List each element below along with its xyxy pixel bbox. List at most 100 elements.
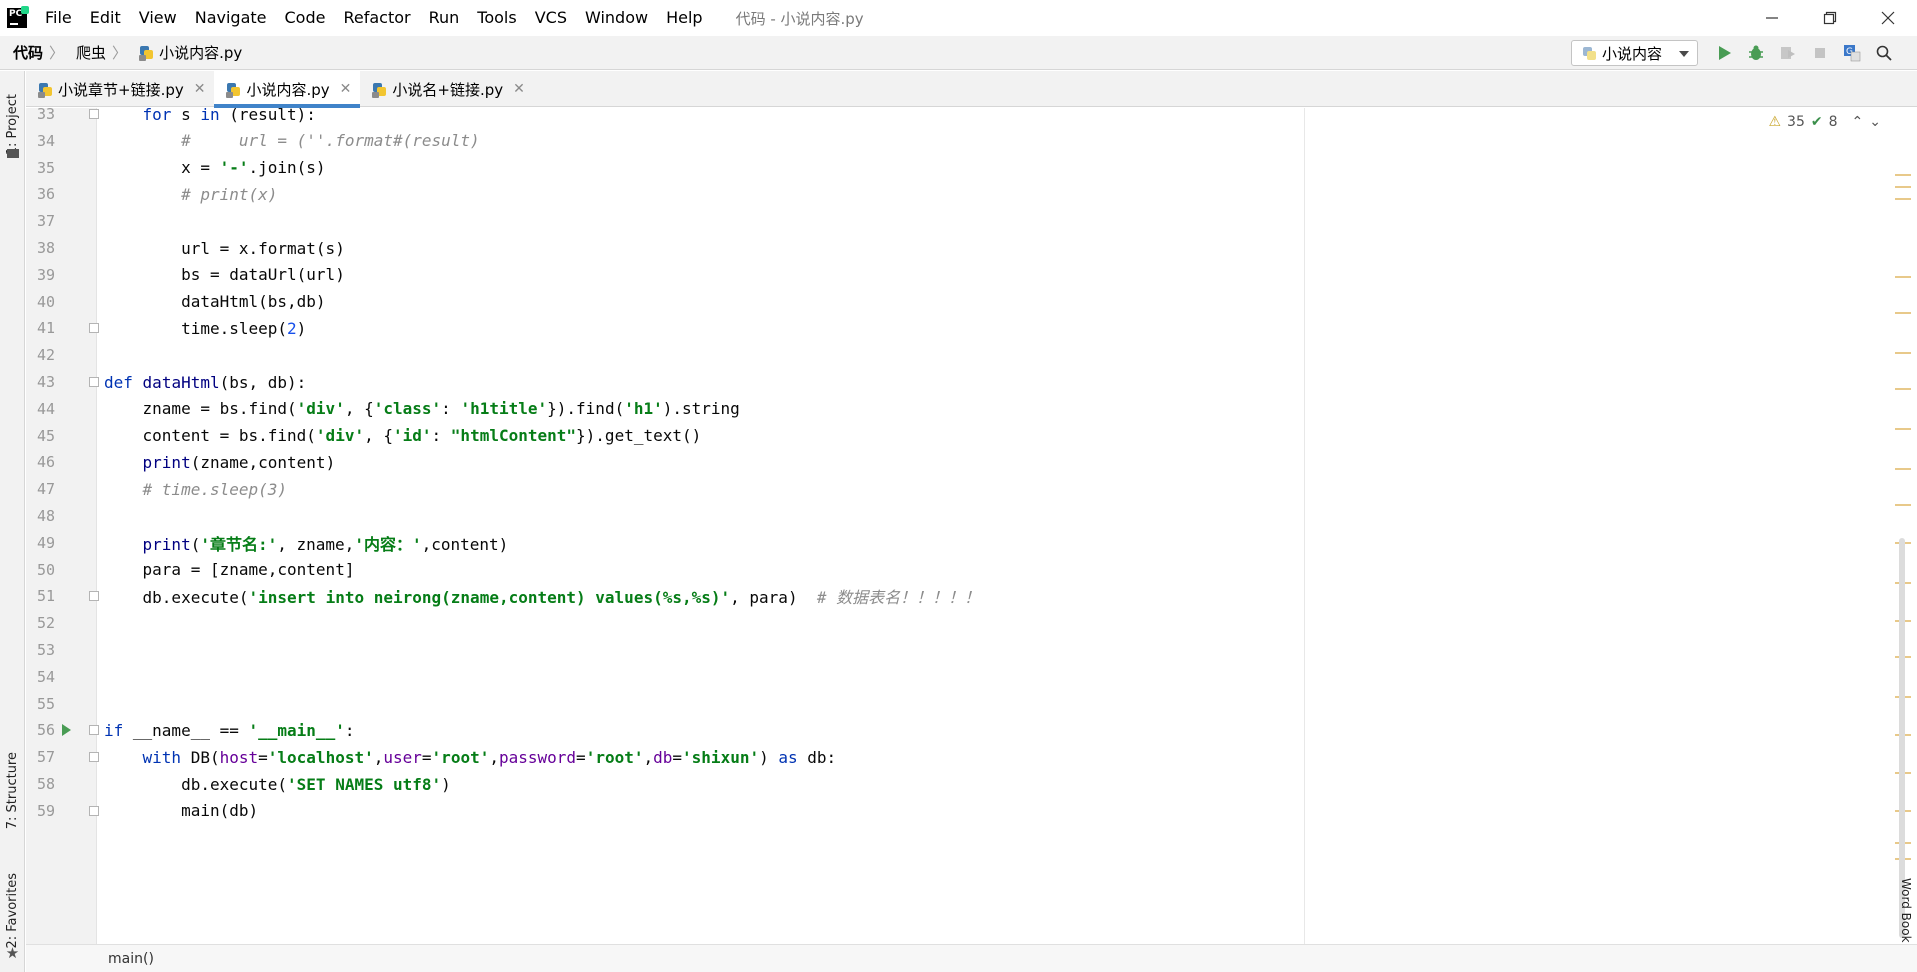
stop-button[interactable]	[1804, 40, 1836, 66]
structure-tool-tab[interactable]: 7: Structure	[0, 741, 25, 841]
menu-navigate[interactable]: Navigate	[186, 0, 276, 36]
code-line[interactable]: 41 time.sleep(2)	[26, 315, 1896, 341]
breadcrumb-project[interactable]: 代码	[0, 42, 49, 63]
menu-view[interactable]: View	[130, 0, 186, 36]
fold-marker-icon[interactable]	[89, 591, 99, 602]
fold-marker-icon[interactable]	[89, 752, 99, 763]
left-tool-strip: 1: Project 7: Structure 2: Favorites ★	[0, 71, 25, 972]
line-number: 52	[36, 614, 55, 633]
fold-marker-icon[interactable]	[89, 377, 99, 387]
menu-window[interactable]: Window	[576, 0, 657, 36]
code-line[interactable]: 35 x = '-'.join(s)	[26, 155, 1896, 181]
code-text: print('章节名:', zname,'内容：',content)	[142, 534, 509, 554]
close-tab-icon[interactable]: ✕	[340, 81, 352, 97]
code-text: # url = (''.format#(result)	[181, 131, 480, 151]
line-number: 59	[36, 801, 55, 820]
restore-button[interactable]	[1801, 0, 1859, 36]
python-file-icon	[226, 82, 241, 98]
debug-button[interactable]	[1740, 40, 1772, 66]
menu-file[interactable]: File	[36, 0, 81, 36]
code-line[interactable]: 46 print(zname,content)	[26, 449, 1896, 475]
code-line[interactable]: 56 if __name__ == '__main__':	[26, 717, 1896, 743]
tab-label: 小说章节+链接.py	[58, 80, 184, 99]
code-line[interactable]: 42	[26, 342, 1896, 368]
structure-tool-label: 7: Structure	[5, 752, 20, 830]
code-line[interactable]: 50 para = [zname,content]	[26, 557, 1896, 583]
line-number: 58	[36, 775, 55, 793]
inspection-widget[interactable]: ⚠ 35 ✔ 8 ⌃ ⌄	[1768, 114, 1881, 130]
code-text: content = bs.find('div', {'id': "htmlCon…	[104, 426, 702, 446]
fold-marker-icon[interactable]	[89, 323, 99, 334]
code-text: for s in (result):	[142, 104, 316, 124]
menu-run[interactable]: Run	[420, 0, 469, 36]
weak-warning-count: 8	[1828, 114, 1838, 130]
scope-breadcrumb[interactable]: main()	[108, 951, 154, 967]
run-configuration-select[interactable]: 小说内容	[1571, 40, 1698, 66]
chevron-down-icon	[1679, 51, 1689, 57]
line-number: 48	[36, 507, 55, 525]
code-text: # time.sleep(3)	[142, 479, 288, 499]
code-line[interactable]: 58 db.execute('SET NAMES utf8')	[26, 771, 1896, 797]
code-line[interactable]: 40 dataHtml(bs,db)	[26, 289, 1896, 315]
project-tool-tab[interactable]: 1: Project	[0, 75, 25, 175]
minimize-button[interactable]	[1743, 0, 1801, 36]
python-config-icon	[1582, 46, 1597, 61]
breadcrumb-folder[interactable]: 爬虫	[64, 42, 112, 63]
breadcrumb-separator: 〉	[112, 44, 128, 62]
line-number: 50	[36, 560, 55, 579]
window-controls	[1743, 0, 1917, 36]
fold-marker-icon[interactable]	[89, 109, 99, 119]
code-line[interactable]: 53	[26, 637, 1896, 663]
code-text: db.execute('insert into neirong(zname,co…	[104, 588, 981, 608]
code-line[interactable]: 54	[26, 664, 1896, 690]
menu-refactor[interactable]: Refactor	[334, 0, 419, 36]
code-line[interactable]: 43 def dataHtml(bs, db):	[26, 369, 1896, 395]
code-line[interactable]: 57 with DB(host='localhost',user='root',…	[26, 744, 1896, 770]
close-button[interactable]	[1859, 0, 1917, 36]
breadcrumb-separator: 〉	[49, 44, 65, 62]
code-editor[interactable]: 33 for s in (result): 34 # url = (''.form…	[26, 105, 1917, 944]
code-text: # print(x)	[181, 184, 278, 204]
code-text: para = [zname,content]	[104, 560, 355, 580]
stop-icon	[1815, 48, 1825, 58]
code-line[interactable]: 44 zname = bs.find('div', {'class': 'h1t…	[26, 396, 1896, 422]
line-number: 41	[36, 319, 55, 338]
breadcrumb-file[interactable]: 小说内容.py	[127, 42, 248, 63]
menu-edit[interactable]: Edit	[81, 0, 130, 36]
line-number: 37	[36, 212, 55, 231]
code-line[interactable]: 39 bs = dataUrl(url)	[26, 262, 1896, 288]
code-line[interactable]: 55	[26, 691, 1896, 717]
menu-help[interactable]: Help	[657, 0, 711, 36]
run-gutter-icon[interactable]	[62, 724, 71, 737]
chevron-down-icon[interactable]: ⌄	[1869, 114, 1881, 130]
fold-marker-icon[interactable]	[89, 805, 99, 816]
line-number: 49	[36, 533, 55, 552]
code-line[interactable]: 33 for s in (result):	[26, 101, 1896, 127]
chevron-up-icon[interactable]: ⌃	[1852, 114, 1864, 130]
menu-tools[interactable]: Tools	[468, 0, 525, 36]
code-line[interactable]: 38 url = x.format(s)	[26, 235, 1896, 261]
code-line[interactable]: 49 print('章节名:', zname,'内容：',content)	[26, 530, 1896, 556]
code-line[interactable]: 51 db.execute('insert into neirong(zname…	[26, 583, 1896, 609]
code-line[interactable]: 48	[26, 503, 1896, 529]
code-line[interactable]: 37	[26, 208, 1896, 234]
pycharm-logo-icon: PC	[7, 6, 29, 28]
word-book-tool-tab[interactable]: Word Book	[1899, 878, 1913, 943]
menu-bar: File Edit View Navigate Code Refactor Ru…	[36, 0, 712, 36]
close-tab-icon[interactable]: ✕	[513, 81, 525, 97]
code-line[interactable]: 59 main(db)	[26, 798, 1896, 824]
coverage-button[interactable]	[1772, 40, 1804, 66]
run-button[interactable]	[1708, 40, 1740, 66]
code-line[interactable]: 52	[26, 610, 1896, 636]
code-line[interactable]: 34 # url = (''.format#(result)	[26, 128, 1896, 154]
code-line[interactable]: 45 content = bs.find('div', {'id': "html…	[26, 423, 1896, 449]
line-number: 57	[36, 748, 55, 767]
menu-vcs[interactable]: VCS	[526, 0, 576, 36]
close-tab-icon[interactable]: ✕	[194, 81, 206, 97]
translate-button[interactable]: G	[1836, 40, 1868, 66]
code-line[interactable]: 47 # time.sleep(3)	[26, 476, 1896, 502]
search-button[interactable]	[1868, 40, 1900, 66]
code-line[interactable]: 36 # print(x)	[26, 181, 1896, 207]
fold-marker-icon[interactable]	[89, 725, 99, 736]
menu-code[interactable]: Code	[276, 0, 335, 36]
